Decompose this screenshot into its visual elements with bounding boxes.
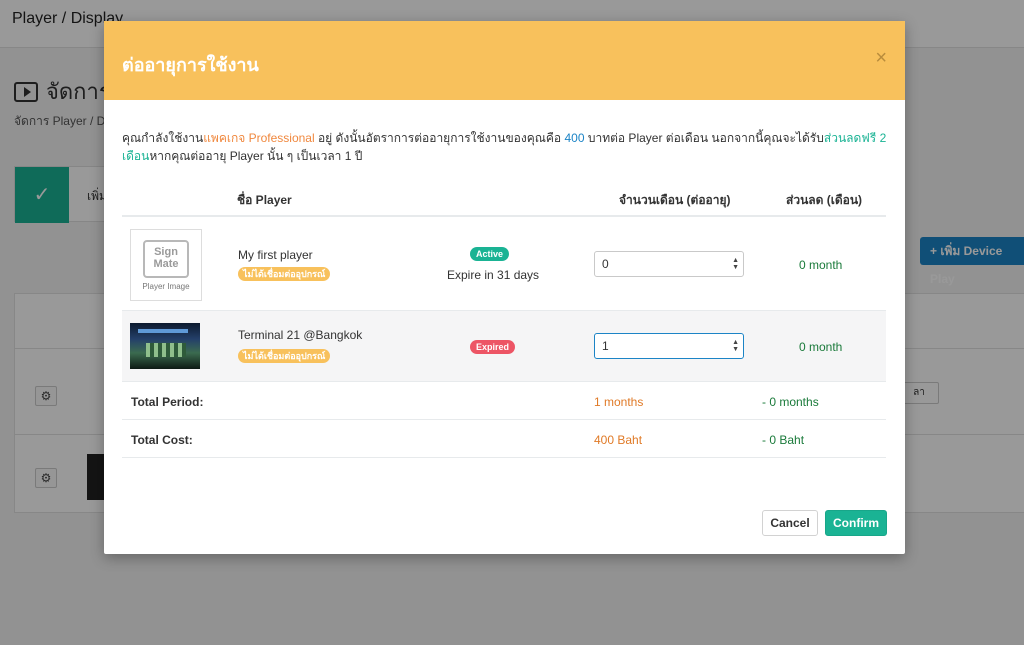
- discount-value: 0 month: [799, 340, 843, 354]
- intro-part: บาทต่อ Player ต่อเดือน นอกจากนี้คุณจะได้…: [584, 131, 824, 145]
- months-select[interactable]: 1 ▲ ▼: [594, 333, 744, 359]
- column-header-months: จำนวนเดือน (ต่ออายุ): [619, 193, 731, 207]
- table-row: Terminal 21 @Bangkok ไม่ได้เชื่อมต่ออุปก…: [122, 311, 886, 382]
- status-badge: Expired: [470, 340, 516, 354]
- confirm-button[interactable]: Confirm: [825, 510, 887, 536]
- discount-value: 0 month: [799, 258, 843, 272]
- not-connected-badge: ไม่ได้เชื่อมต่ออุปกรณ์: [238, 267, 331, 281]
- modal-title: ต่ออายุการใช้งาน: [122, 55, 259, 75]
- total-cost-value: 400 Baht: [594, 433, 643, 447]
- player-thumbnail: [130, 323, 200, 369]
- months-select-value: 0: [602, 257, 609, 271]
- package-name: แพคเกจ Professional: [203, 131, 315, 145]
- total-period-label: Total Period:: [131, 395, 204, 409]
- cancel-button[interactable]: Cancel: [762, 510, 818, 536]
- player-thumbnail: Sign Mate Player Image: [130, 229, 202, 301]
- months-select-value: 1: [602, 339, 609, 353]
- column-header-player: ชื่อ Player: [237, 193, 292, 207]
- renew-modal: ต่ออายุการใช้งาน × คุณกำลังใช้งานแพคเกจ …: [104, 21, 905, 554]
- total-period-discount: - 0 months: [762, 395, 819, 409]
- select-arrows-icon: ▲ ▼: [732, 339, 739, 353]
- status-badge: Active: [470, 247, 510, 261]
- select-arrows-icon: ▲ ▼: [732, 257, 739, 271]
- intro-part: หากคุณต่ออายุ Player นั้น ๆ เป็นเวลา 1 ป…: [149, 149, 363, 163]
- expire-text: Expire in 31 days: [447, 268, 540, 282]
- total-period-row: Total Period: 1 months - 0 months: [122, 382, 886, 420]
- signmate-logo: Sign Mate: [143, 240, 189, 278]
- intro-part: อยู่ ดังนั้นอัตราการต่ออายุการใช้งานของค…: [314, 131, 565, 145]
- thumbnail-caption: Player Image: [142, 282, 190, 291]
- close-icon[interactable]: ×: [875, 47, 887, 70]
- intro-text: คุณกำลังใช้งานแพคเกจ Professional อยู่ ด…: [122, 129, 892, 165]
- table-header: ชื่อ Player จำนวนเดือน (ต่ออายุ) ส่วนลด …: [122, 179, 886, 217]
- player-name: My first player: [238, 248, 313, 262]
- total-period-value: 1 months: [594, 395, 644, 409]
- column-header-discount: ส่วนลด (เดือน): [786, 193, 863, 207]
- intro-part: คุณกำลังใช้งาน: [122, 131, 204, 145]
- not-connected-badge: ไม่ได้เชื่อมต่ออุปกรณ์: [238, 349, 331, 363]
- months-select[interactable]: 0 ▲ ▼: [594, 251, 744, 277]
- total-cost-label: Total Cost:: [131, 433, 193, 447]
- modal-header: ต่ออายุการใช้งาน ×: [104, 21, 905, 100]
- total-cost-discount: - 0 Baht: [762, 433, 805, 447]
- price-value: 400: [564, 131, 585, 145]
- total-cost-row: Total Cost: 400 Baht - 0 Baht: [122, 420, 886, 458]
- table-row: Sign Mate Player Image My first player ไ…: [122, 221, 886, 311]
- player-name: Terminal 21 @Bangkok: [238, 328, 363, 342]
